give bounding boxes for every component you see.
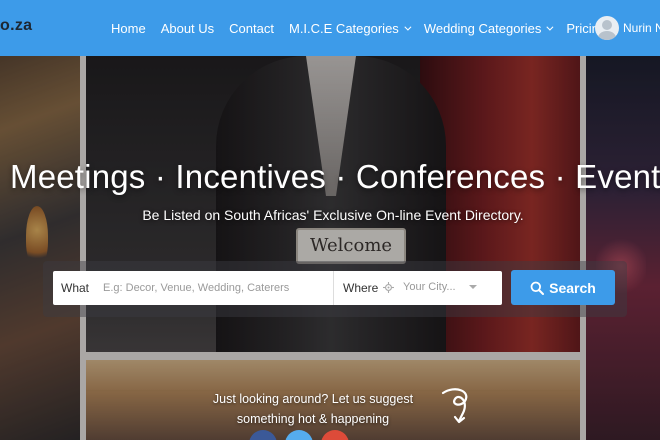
chevron-down-icon — [546, 23, 554, 31]
user-name[interactable]: Nurin N — [623, 21, 660, 35]
nav-home-label: Home — [111, 20, 146, 36]
swirl-arrow-icon — [441, 388, 468, 424]
nav-wedding-categories[interactable]: Wedding Categories — [423, 20, 554, 36]
hero-subtitle: Be Listed on South Africas' Exclusive On… — [142, 207, 524, 223]
hero-title: Meetings · Incentives · Conferences · Ev… — [10, 158, 660, 195]
nav-wedding-label: Wedding Categories — [423, 20, 542, 36]
user-avatar-icon[interactable] — [595, 16, 619, 40]
where-select[interactable]: Your City... — [403, 281, 456, 293]
suggest-line-2: something hot & happening — [236, 412, 390, 426]
nav-mice-categories[interactable]: M.I.C.E Categories — [288, 20, 412, 36]
suggest-line-1: Just looking around? Let us suggest — [212, 392, 414, 406]
nav-about-us[interactable]: About Us — [161, 21, 214, 36]
caret-down-icon[interactable] — [469, 285, 477, 289]
nav-contact[interactable]: Contact — [229, 21, 274, 36]
nav-contact-label: Contact — [229, 20, 274, 36]
where-label: Where — [343, 281, 379, 295]
site-logo[interactable]: o.za — [0, 17, 32, 35]
search-button[interactable]: Search — [511, 270, 615, 305]
search-icon — [530, 281, 545, 295]
nav-about-label: About Us — [160, 20, 215, 36]
nav-mice-label: M.I.C.E Categories — [288, 20, 399, 36]
nav-links: Home About Us Contact M.I.C.E Categories… — [111, 0, 621, 56]
nav-home[interactable]: Home — [111, 21, 146, 36]
user-menu[interactable]: Nurin N — [595, 16, 660, 40]
suggest-text: Just looking around? Let us suggest some… — [200, 389, 426, 429]
search-button-label: Search — [549, 279, 596, 296]
top-navbar: o.za Home About Us Contact M.I.C.E Categ… — [0, 0, 660, 56]
what-input[interactable] — [97, 271, 333, 305]
location-icon — [383, 282, 394, 293]
chevron-down-icon — [404, 23, 412, 31]
search-form: What Where Your City... — [53, 271, 502, 305]
what-label: What — [61, 281, 90, 295]
field-separator — [333, 271, 334, 305]
